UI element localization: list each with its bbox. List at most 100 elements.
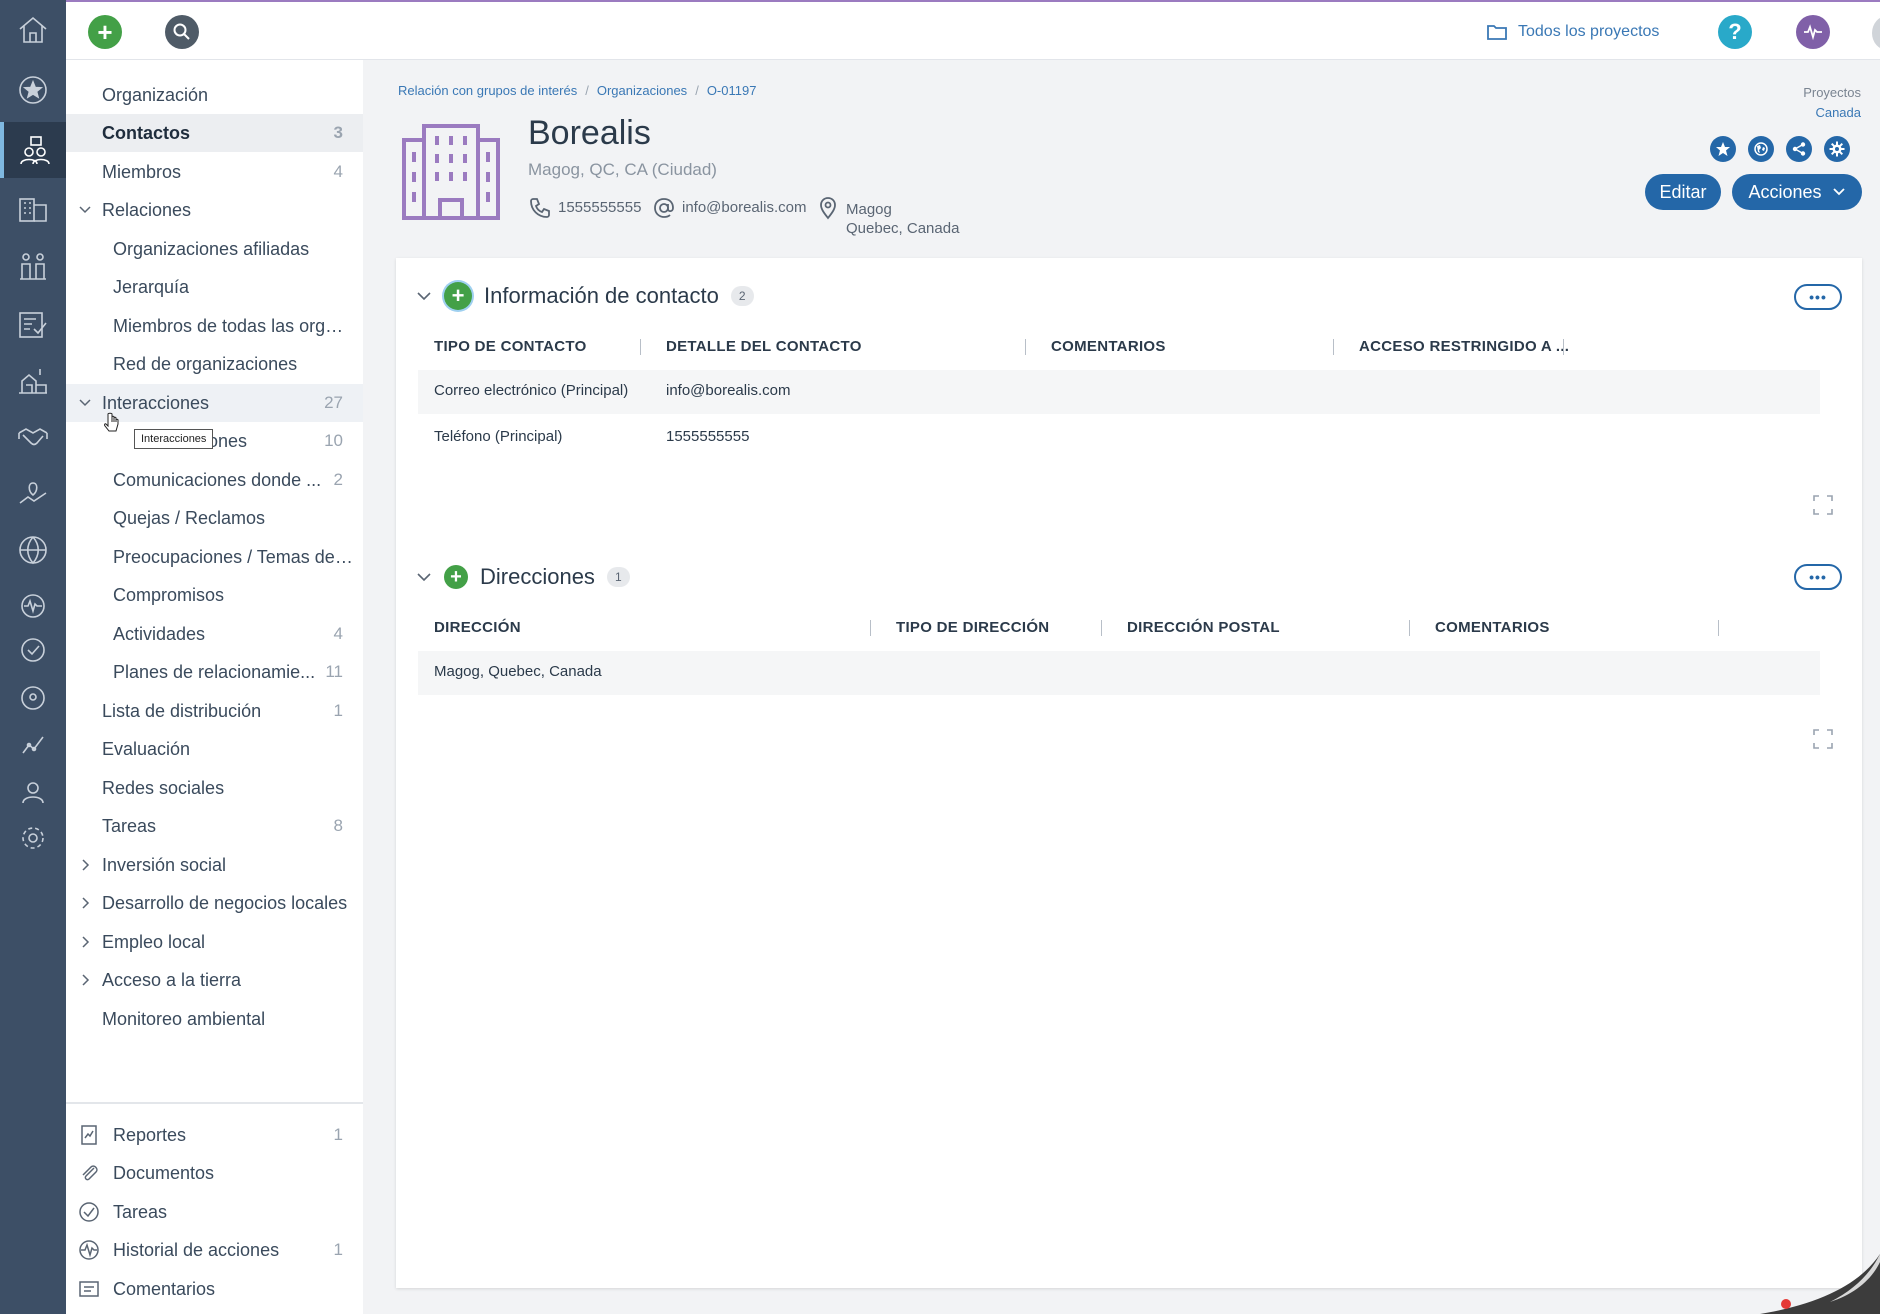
nav-item-relaciones[interactable]: Relaciones (66, 191, 363, 229)
actions-button-label: Acciones (1748, 181, 1822, 202)
nav-item-contactos[interactable]: Contactos 3 (66, 114, 363, 152)
nav-item-monitoreo-ambiental[interactable]: Monitoreo ambiental (66, 1000, 363, 1038)
star-icon[interactable] (0, 62, 66, 118)
community-icon[interactable] (0, 238, 66, 294)
contact-more-button[interactable]: ••• (1794, 284, 1842, 310)
nav-item-lista-distribucion[interactable]: Lista de distribución 1 (66, 692, 363, 730)
contact-section-header: + Información de contacto 2 (416, 282, 754, 310)
more-icon: ••• (1809, 569, 1827, 585)
add-contact-button[interactable]: + (444, 282, 472, 310)
village-icon[interactable] (0, 352, 66, 408)
column-header[interactable]: DIRECCIÓN POSTAL (1127, 619, 1280, 636)
nav-item-compromisos[interactable]: Compromisos (66, 576, 363, 614)
folder-icon (1487, 25, 1507, 40)
home-icon[interactable] (0, 2, 66, 58)
nav-item-organizaciones-afiliadas[interactable]: Organizaciones afiliadas (66, 230, 363, 268)
nav-item-redes-sociales[interactable]: Redes sociales (66, 769, 363, 807)
nav-item-comunicaciones-donde[interactable]: Comunicaciones donde ... 2 (66, 461, 363, 499)
survey-icon[interactable] (0, 296, 66, 352)
chevron-down-icon[interactable] (416, 288, 432, 304)
nav-item-evaluacion[interactable]: Evaluación (66, 730, 363, 768)
nav-item-label: Documentos (113, 1162, 215, 1183)
expand-icon[interactable] (1812, 728, 1834, 750)
nav-item-miembros-todas[interactable]: Miembros de todas las orga... (66, 307, 363, 345)
add-address-button[interactable]: + (444, 565, 468, 589)
nav-item-desarrollo-negocios[interactable]: Desarrollo de negocios locales (66, 884, 363, 922)
nav-item-inversion-social[interactable]: Inversión social (66, 846, 363, 884)
column-header[interactable]: DETALLE DEL CONTACTO (666, 338, 862, 355)
nav-item-tareas[interactable]: Tareas 8 (66, 807, 363, 845)
nav-item-acceso-tierra[interactable]: Acceso a la tierra (66, 961, 363, 999)
check-circle-icon (79, 1202, 99, 1222)
org-action-icons (1710, 136, 1850, 162)
nav-item-organizacion[interactable]: Organización (66, 76, 363, 114)
address-section-title: Direcciones (480, 564, 595, 589)
stakeholders-icon[interactable] (0, 122, 66, 178)
chevron-down-icon[interactable] (416, 569, 432, 585)
nav-item-label: Redes sociales (102, 777, 225, 798)
nav-item-label: Empleo local (102, 931, 206, 952)
column-header[interactable]: TIPO DE CONTACTO (434, 338, 587, 355)
nav-item-tareas-footer[interactable]: Tareas (66, 1193, 363, 1231)
nav-item-comentarios[interactable]: Comentarios (66, 1270, 363, 1308)
map-button[interactable] (1748, 136, 1774, 162)
nav-item-label: Jerarquía (113, 276, 190, 297)
nav-item-quejas[interactable]: Quejas / Reclamos (66, 499, 363, 537)
column-header[interactable]: TIPO DE DIRECCIÓN (896, 619, 1049, 636)
favorite-button[interactable] (1710, 136, 1736, 162)
nav-item-actividades[interactable]: Actividades 4 (66, 615, 363, 653)
avatar[interactable] (1872, 16, 1880, 50)
land-icon[interactable] (0, 466, 66, 522)
nav-item-miembros[interactable]: Miembros 4 (66, 153, 363, 191)
column-separator (1563, 339, 1564, 355)
nav-item-count: 11 (325, 662, 343, 681)
nav-item-preocupaciones[interactable]: Preocupaciones / Temas de ... (66, 538, 363, 576)
chevron-down-icon (79, 206, 91, 214)
nav-item-count: 8 (333, 816, 343, 835)
page-title: Borealis (528, 114, 651, 152)
column-header[interactable]: COMENTARIOS (1051, 338, 1166, 355)
buildings-icon[interactable] (0, 180, 66, 236)
project-value: Canada (1815, 105, 1861, 120)
column-header[interactable]: DIRECCIÓN (434, 619, 521, 636)
nav-item-historial[interactable]: Historial de acciones 1 (66, 1231, 363, 1269)
table-row[interactable]: Correo electrónico (Principal) info@bore… (418, 370, 1820, 414)
settings-button[interactable] (1824, 136, 1850, 162)
nav-item-jerarquia[interactable]: Jerarquía (66, 268, 363, 306)
org-email[interactable]: info@borealis.com (652, 196, 806, 220)
column-separator (1718, 620, 1719, 636)
nav-item-documentos[interactable]: Documentos (66, 1154, 363, 1192)
project-selector[interactable]: Proyectos Canada (1803, 83, 1861, 123)
search-button[interactable] (165, 15, 199, 49)
breadcrumb-item[interactable]: O-01197 (707, 83, 757, 98)
settings-icon[interactable] (0, 810, 66, 866)
nav-item-planes[interactable]: Planes de relacionamie... 11 (66, 653, 363, 691)
nav-item-label: Contactos (102, 122, 191, 143)
share-button[interactable] (1786, 136, 1812, 162)
column-header[interactable]: COMENTARIOS (1435, 619, 1550, 636)
column-header[interactable]: ACCESO RESTRINGIDO A ... (1359, 338, 1569, 355)
nav-item-label: Miembros de todas las orga... (113, 315, 348, 336)
breadcrumb-item[interactable]: Relación con grupos de interés (398, 83, 577, 98)
address-more-button[interactable]: ••• (1794, 564, 1842, 590)
table-row[interactable]: Magog, Quebec, Canada (418, 651, 1820, 695)
nav-item-label: Actividades (113, 623, 206, 644)
help-button[interactable]: ? (1718, 15, 1752, 49)
globe-icon[interactable] (0, 522, 66, 578)
org-location-line2: Quebec, Canada (846, 220, 960, 237)
actions-button[interactable]: Acciones (1732, 174, 1862, 210)
nav-item-empleo-local[interactable]: Empleo local (66, 923, 363, 961)
handshake-icon[interactable] (0, 408, 66, 464)
expand-icon[interactable] (1812, 494, 1834, 516)
add-button[interactable]: + (88, 15, 122, 49)
table-row[interactable]: Teléfono (Principal) 1555555555 (418, 416, 1820, 460)
gear-icon (1829, 141, 1845, 157)
project-label: Proyectos (1803, 85, 1861, 100)
breadcrumb-item[interactable]: Organizaciones (597, 83, 687, 98)
all-projects-link[interactable]: Todos los proyectos (1486, 22, 1659, 42)
nav-item-reportes[interactable]: Reportes 1 (66, 1116, 363, 1154)
nav-item-label: Relaciones (102, 199, 192, 220)
activity-button[interactable] (1796, 15, 1830, 49)
nav-item-red-organizaciones[interactable]: Red de organizaciones (66, 345, 363, 383)
edit-button[interactable]: Editar (1645, 174, 1721, 210)
